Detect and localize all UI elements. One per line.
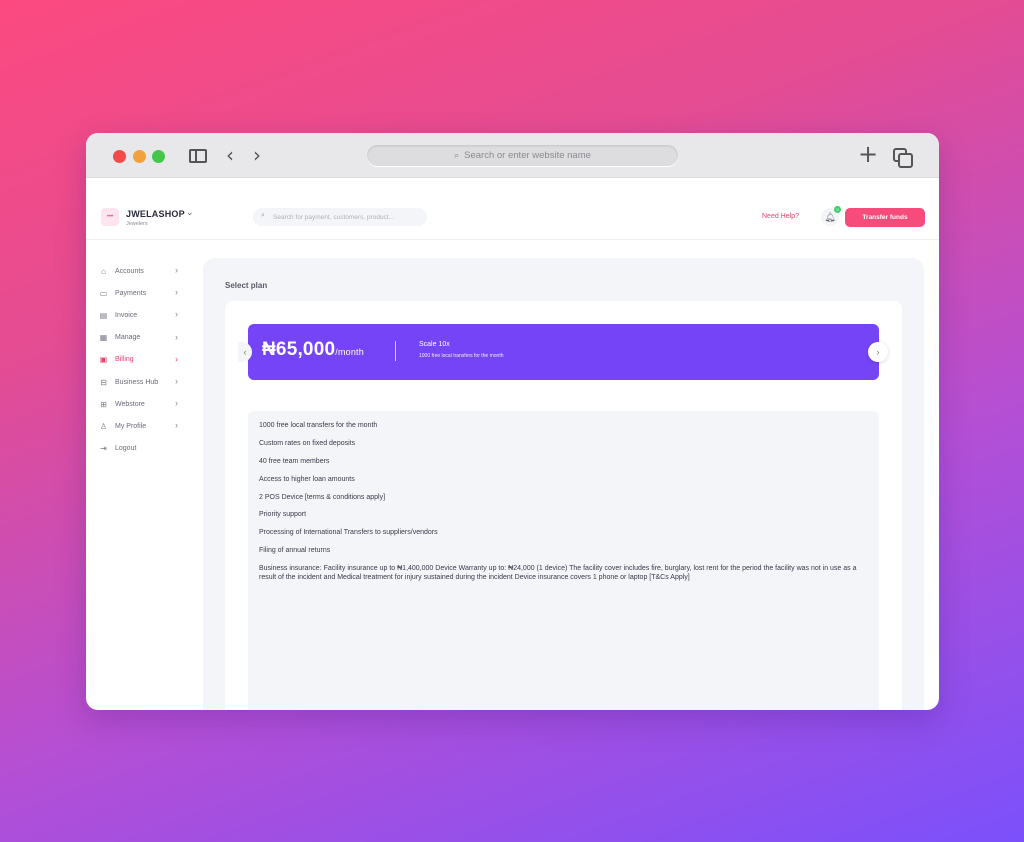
sidebar-item-webstore[interactable]: ⊞ Webstore ›: [99, 393, 189, 415]
chevron-right-icon: ›: [175, 309, 178, 320]
sidebar-item-logout[interactable]: ⇥ Logout: [99, 438, 189, 460]
list-item: Access to higher loan amounts: [259, 475, 355, 483]
browser-window: ‹ › ⌕ Search or enter website name + •••…: [86, 133, 939, 710]
sidebar-item-label: Accounts: [115, 267, 144, 275]
search-input[interactable]: ⌕ Search for payment, customers, product…: [253, 208, 427, 226]
search-icon: ⌕: [454, 150, 460, 160]
list-item: Priority support: [259, 511, 307, 519]
plan-banner[interactable]: ₦65,000/month Scale 10x 1000 free local …: [248, 324, 879, 380]
sidebar-item-label: My Profile: [115, 422, 147, 430]
list-item: Filing of annual returns: [259, 547, 331, 555]
chevron-left-icon: ‹: [243, 347, 247, 357]
grid-icon: ▦: [99, 333, 108, 343]
plan-name: Scale 10x: [419, 341, 450, 348]
briefcase-icon: ⊟: [100, 377, 107, 387]
shop-name[interactable]: JWELASHOP: [126, 209, 185, 219]
list-item: Business insurance: Facility insurance u…: [259, 565, 857, 582]
billing-icon: ▣: [99, 355, 108, 365]
chevron-right-icon: ›: [175, 265, 178, 275]
sidebar-item-accounts[interactable]: ⌂ Accounts ›: [99, 260, 189, 282]
maximize-window-button[interactable]: [152, 150, 165, 163]
need-help-link[interactable]: Need Help?: [762, 213, 799, 220]
plan-price-period: /month: [335, 347, 364, 357]
shop-type: Jewelers: [126, 221, 148, 227]
list-item: 2 POS Device [terms & conditions apply]: [259, 493, 386, 501]
sidebar-item-label: Manage: [115, 334, 141, 342]
app-header: ••• JWELASHOP Jewelers ⌄ ⌕ Search for pa…: [86, 178, 939, 240]
sidebar-toggle-icon[interactable]: [189, 149, 207, 163]
sidebar-item-label: Payments: [115, 289, 147, 297]
chevron-right-icon: ›: [175, 420, 178, 431]
chevron-right-icon: ›: [175, 287, 178, 298]
chevron-down-icon[interactable]: ⌄: [186, 207, 194, 218]
shop-logo: •••: [101, 208, 119, 226]
sidebar-item-label: Logout: [115, 445, 137, 453]
url-bar[interactable]: ⌕ Search or enter website name: [367, 145, 678, 166]
list-item: Processing of International Transfers to…: [259, 529, 438, 537]
chevron-right-icon: ›: [175, 353, 178, 364]
search-icon: ⌕: [261, 212, 265, 219]
chevron-right-icon: ›: [175, 331, 178, 342]
sidebar-item-label: Billing: [115, 356, 134, 364]
notification-badge: 0: [834, 206, 841, 213]
minimize-window-button[interactable]: [133, 150, 146, 163]
back-arrow-icon[interactable]: ‹: [226, 145, 234, 165]
plan-divider: [395, 341, 396, 361]
transfer-funds-button[interactable]: Transfer funds: [845, 208, 925, 227]
list-item: 40 free team members: [259, 457, 330, 465]
main-content: Select plan ₦65,000/month Scale 10x 1000…: [203, 258, 924, 710]
url-placeholder: Search or enter website name: [464, 150, 591, 161]
sidebar-item-billing[interactable]: ▣ Billing ›: [99, 349, 189, 371]
sidebar-item-business-hub[interactable]: ⊟ Business Hub ›: [99, 371, 189, 393]
plan-description: 1000 free local transfers for the month: [419, 353, 504, 359]
close-window-button[interactable]: [113, 150, 126, 163]
plan-price-amount: ₦65,000: [262, 339, 336, 360]
logout-icon: ⇥: [100, 444, 107, 454]
chevron-right-icon: ›: [876, 347, 880, 357]
new-tab-icon[interactable]: +: [858, 142, 878, 166]
next-plan-button[interactable]: ›: [868, 342, 888, 362]
receipt-icon: ▤: [99, 310, 108, 320]
list-item: 1000 free local transfers for the month: [259, 422, 378, 429]
sidebar-item-my-profile[interactable]: ♙ My Profile ›: [99, 415, 189, 437]
sidebar-item-label: Invoice: [115, 311, 138, 319]
plan-features-list: 1000 free local transfers for the month …: [248, 411, 879, 710]
plan-price: ₦65,000/month: [262, 339, 364, 361]
chevron-right-icon: ›: [175, 398, 178, 409]
list-item: Custom rates on fixed deposits: [259, 439, 356, 447]
sidebar-item-manage[interactable]: ▦ Manage ›: [99, 327, 189, 349]
search-placeholder: Search for payment, customers, product..…: [273, 213, 395, 221]
forward-arrow-icon[interactable]: ›: [253, 145, 261, 165]
browser-toolbar: ‹ › ⌕ Search or enter website name +: [86, 133, 939, 178]
sidebar-item-label: Webstore: [115, 400, 145, 408]
sidebar-item-label: Business Hub: [115, 378, 159, 386]
store-icon: ⊞: [100, 399, 107, 409]
chevron-right-icon: ›: [175, 375, 178, 386]
wallet-icon: ▭: [99, 288, 108, 298]
sidebar-nav: ⌂ Accounts › ▭ Payments › ▤ Invoice › ▦ …: [99, 260, 189, 460]
home-icon: ⌂: [101, 266, 106, 276]
user-icon: ♙: [99, 421, 108, 431]
sidebar-item-payments[interactable]: ▭ Payments ›: [99, 282, 189, 304]
plan-card: ₦65,000/month Scale 10x 1000 free local …: [225, 301, 902, 710]
tabs-overview-icon[interactable]: [893, 148, 913, 168]
page-title: Select plan: [225, 281, 268, 290]
sidebar-item-invoice[interactable]: ▤ Invoice ›: [99, 304, 189, 326]
